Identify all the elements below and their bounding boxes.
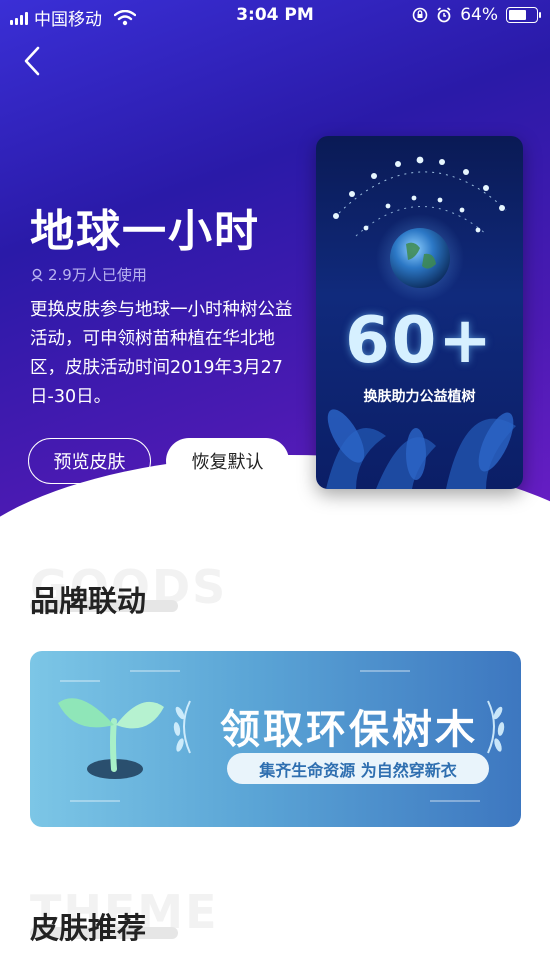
- poster-caption: 换肤助力公益植树: [363, 389, 476, 405]
- status-bar: 中国移动 3:04 PM 64%: [0, 0, 550, 32]
- user-icon: [31, 268, 43, 281]
- eco-tree-banner[interactable]: 领取环保树木 集齐生命资源 为自然穿新衣: [30, 651, 521, 827]
- users-count-label: 2.9万人已使用: [48, 266, 147, 284]
- rotation-lock-icon: [412, 7, 428, 23]
- restore-default-button[interactable]: 恢复默认: [166, 438, 289, 484]
- battery-percent: 64%: [460, 5, 498, 25]
- banner-title: 领取环保树木: [220, 707, 478, 753]
- section-title-theme: 皮肤推荐: [30, 911, 147, 945]
- alarm-icon: [437, 7, 451, 23]
- poster-number: 60+: [345, 304, 494, 378]
- earth-hour-poster: 60+ 换肤助力公益植树: [316, 136, 523, 489]
- banner-subtitle: 集齐生命资源 为自然穿新衣: [227, 753, 489, 784]
- battery-icon: [506, 7, 541, 23]
- back-chevron-icon[interactable]: [18, 44, 48, 78]
- hero-description: 更换皮肤参与地球一小时种树公益活动，可申领树苗种植在华北地区，皮肤活动时间201…: [30, 300, 293, 407]
- section-title-brand: 品牌联动: [30, 584, 147, 618]
- hero-title: 地球一小时: [30, 206, 260, 257]
- preview-skin-button[interactable]: 预览皮肤: [28, 438, 151, 484]
- users-count: 2.9万人已使用: [30, 264, 147, 285]
